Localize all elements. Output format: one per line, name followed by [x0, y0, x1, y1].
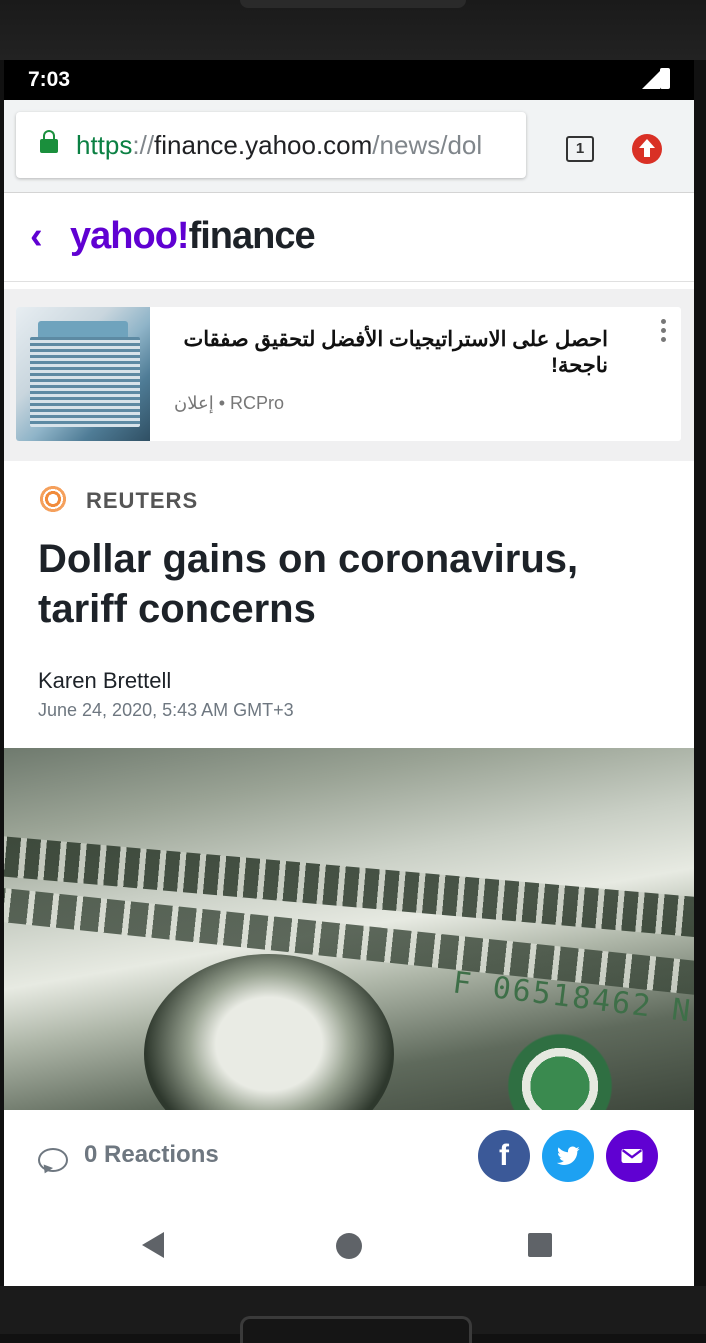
- reuters-logo-icon: [38, 484, 68, 514]
- ad-sponsor: RCPro: [230, 393, 285, 413]
- site-header: ‹ yahoo!finance: [4, 193, 694, 282]
- phone-chin: [240, 1316, 472, 1343]
- ad-sponsor-line: إعلان • RCPro: [174, 393, 284, 414]
- battery-icon: [660, 68, 670, 89]
- logo-finance: finance: [188, 215, 316, 257]
- url-path: /news/dol: [372, 130, 483, 160]
- phone-screen: 7:03 https://finance.yahoo.com/news/dol …: [4, 60, 694, 1286]
- article-date: June 24, 2020, 5:43 AM GMT+3: [38, 700, 294, 720]
- source-name: REUTERS: [86, 488, 199, 513]
- ad-container: احصل على الاستراتيجيات الأفضل لتحقيق صفق…: [4, 289, 694, 461]
- status-bar: 7:03: [4, 60, 694, 100]
- ad-card[interactable]: احصل على الاستراتيجيات الأفضل لتحقيق صفق…: [16, 307, 681, 441]
- banknote-portrait: [144, 954, 394, 1110]
- url-host: finance.yahoo.com: [154, 130, 373, 160]
- article-author: Karen Brettell: [38, 668, 172, 693]
- email-share-icon[interactable]: [606, 1130, 658, 1182]
- ad-title[interactable]: احصل على الاستراتيجيات الأفضل لتحقيق صفق…: [172, 327, 608, 379]
- nav-recents-icon[interactable]: [528, 1233, 552, 1257]
- browser-toolbar: https://finance.yahoo.com/news/dol 1: [4, 100, 694, 193]
- banknote-seal: [500, 1026, 620, 1110]
- update-icon[interactable]: [632, 134, 662, 164]
- twitter-share-icon[interactable]: [542, 1130, 594, 1182]
- ad-image[interactable]: [16, 307, 150, 441]
- url-scheme: https: [76, 130, 133, 160]
- ad-label: إعلان: [174, 393, 214, 413]
- nav-back-icon[interactable]: [142, 1232, 164, 1258]
- android-nav-bar: [4, 1206, 694, 1286]
- back-chevron-icon[interactable]: ‹: [30, 217, 43, 255]
- speaker: [240, 0, 466, 8]
- ad-separator: •: [218, 393, 226, 413]
- status-time: 7:03: [28, 68, 71, 91]
- reactions-count[interactable]: 0 Reactions: [84, 1141, 219, 1169]
- nav-home-icon[interactable]: [336, 1233, 362, 1259]
- reactions-bar: 0 Reactions f: [4, 1110, 694, 1207]
- facebook-share-icon[interactable]: f: [478, 1130, 530, 1182]
- tab-switcher-button[interactable]: 1: [566, 136, 594, 162]
- lock-icon: [40, 130, 58, 153]
- money-stack-graphic: [30, 337, 140, 427]
- signal-icon: [642, 71, 660, 89]
- logo-yahoo: yahoo!: [70, 215, 190, 257]
- comment-bubble-icon[interactable]: [38, 1148, 68, 1172]
- article-headline: Dollar gains on coronavirus, tariff conc…: [38, 537, 579, 631]
- article-hero-image: F 06518462 N: [4, 748, 694, 1110]
- more-options-icon[interactable]: [661, 319, 667, 346]
- yahoo-finance-logo[interactable]: yahoo!finance: [70, 215, 316, 258]
- url-separator: ://: [132, 130, 155, 160]
- url-text[interactable]: https://finance.yahoo.com/news/dol: [76, 130, 516, 161]
- phone-frame-top: [0, 0, 706, 60]
- url-bar[interactable]: https://finance.yahoo.com/news/dol: [16, 112, 526, 178]
